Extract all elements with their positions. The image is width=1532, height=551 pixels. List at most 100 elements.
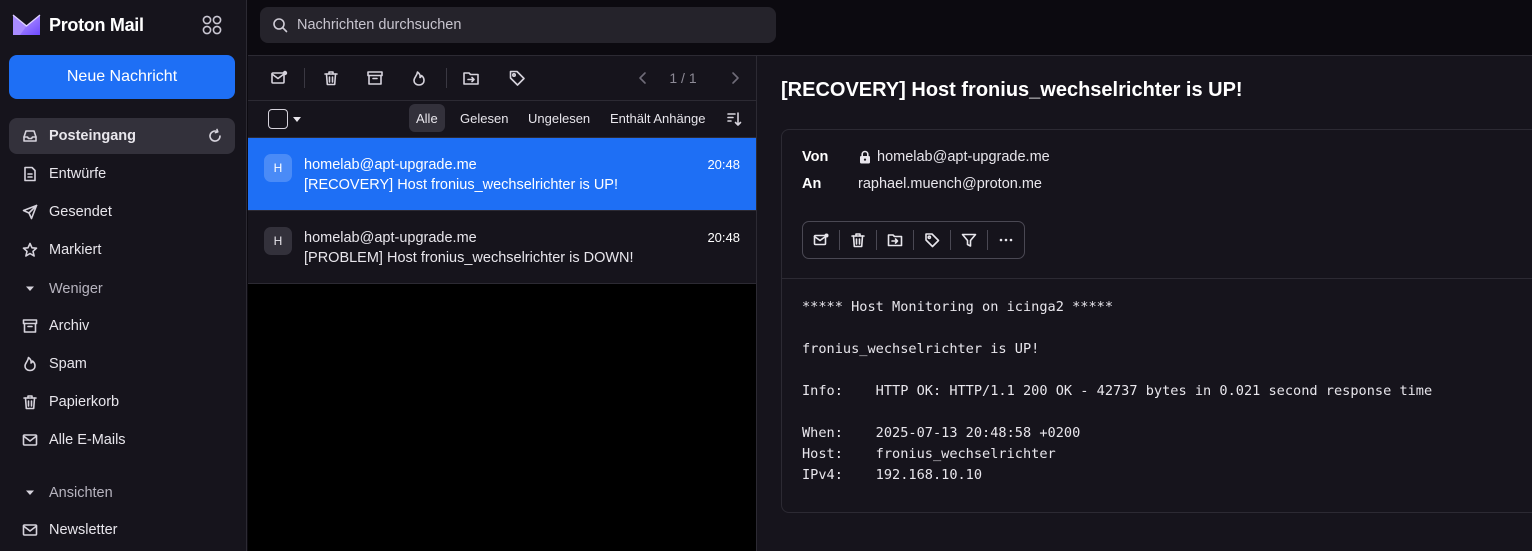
message-list-pane: 1 / 1 Alle Gelesen Ungelesen Enthält Anh… <box>248 56 756 551</box>
select-options-caret-icon[interactable] <box>293 117 301 122</box>
move-to-folder-icon[interactable] <box>887 232 903 248</box>
sidebar-item-label: Markiert <box>49 242 102 258</box>
message-subject: [RECOVERY] Host fronius_wechselrichter i… <box>304 177 619 193</box>
sidebar-item-label: Alle E-Mails <box>49 432 126 448</box>
body-line: fronius_wechselrichter is UP! <box>802 341 1040 357</box>
compose-button[interactable]: Neue Nachricht <box>9 55 235 99</box>
sidebar-section-less[interactable]: Weniger <box>9 271 235 307</box>
list-item[interactable]: H homelab@apt-upgrade.me [PROBLEM] Host … <box>248 211 756 284</box>
message-title: [RECOVERY] Host fronius_wechselrichter i… <box>781 79 1243 101</box>
sidebar-item-drafts[interactable]: Entwürfe <box>9 156 235 192</box>
reading-pane: [RECOVERY] Host fronius_wechselrichter i… <box>757 56 1532 551</box>
chevron-left-icon[interactable] <box>636 70 650 86</box>
archive-icon[interactable] <box>366 69 384 87</box>
from-address-text: homelab@apt-upgrade.me <box>877 149 1050 165</box>
sidebar-item-spam[interactable]: Spam <box>9 346 235 382</box>
chevron-right-icon[interactable] <box>728 70 742 86</box>
spam-fire-icon[interactable] <box>410 69 428 87</box>
brand-name: Proton Mail <box>49 14 144 35</box>
filter-unread[interactable]: Ungelesen <box>521 104 597 132</box>
caret-down-icon <box>22 485 38 501</box>
sidebar-item-all-mail[interactable]: Alle E-Mails <box>9 422 235 458</box>
search-input[interactable] <box>297 17 757 33</box>
sidebar-item-label: Archiv <box>49 318 90 334</box>
message-card: Von homelab@apt-upgrade.me An raphael.mu… <box>781 129 1532 513</box>
filter-read[interactable]: Gelesen <box>453 104 515 132</box>
sidebar-item-sent[interactable]: Gesendet <box>9 194 235 230</box>
brand[interactable]: Proton Mail <box>12 12 144 38</box>
sidebar-item-starred[interactable]: Markiert <box>9 232 235 268</box>
draft-icon <box>22 166 38 182</box>
label-tag-icon[interactable] <box>508 69 526 87</box>
toolbar-divider <box>304 68 305 88</box>
body-line: When: 2025-07-13 20:48:58 +0200 <box>802 425 1081 441</box>
sidebar-section-label: Ansichten <box>49 485 113 501</box>
action-divider <box>950 230 951 250</box>
from-address[interactable]: homelab@apt-upgrade.me <box>858 149 1050 165</box>
action-divider <box>876 230 877 250</box>
sidebar-section-views[interactable]: Ansichten <box>9 475 235 511</box>
list-toolbar: 1 / 1 <box>248 56 756 101</box>
trash-icon[interactable] <box>850 232 866 248</box>
envelope-icon <box>22 522 38 538</box>
sort-icon[interactable] <box>726 111 742 127</box>
message-time: 20:48 <box>707 157 740 172</box>
search-bar[interactable] <box>260 7 776 43</box>
body-line: ***** Host Monitoring on icinga2 ***** <box>802 299 1113 315</box>
from-label: Von <box>802 149 829 165</box>
move-to-folder-icon[interactable] <box>462 69 480 87</box>
action-divider <box>913 230 914 250</box>
fire-icon <box>22 356 38 372</box>
sidebar-item-trash[interactable]: Papierkorb <box>9 384 235 420</box>
filter-has-attachments[interactable]: Enthält Anhänge <box>603 104 712 132</box>
sidebar-item-label: Spam <box>49 356 87 372</box>
sidebar-item-label: Entwürfe <box>49 166 107 182</box>
filter-funnel-icon[interactable] <box>961 232 977 248</box>
sidebar: Proton Mail Neue Nachricht Posteingang E… <box>0 0 247 551</box>
header-body-divider <box>782 278 1532 279</box>
star-icon <box>22 242 38 258</box>
sidebar-item-label: Gesendet <box>49 204 112 220</box>
action-divider <box>987 230 988 250</box>
list-filter-bar: Alle Gelesen Ungelesen Enthält Anhänge <box>248 101 756 138</box>
sidebar-item-label: Newsletter <box>49 522 118 538</box>
to-address[interactable]: raphael.muench@proton.me <box>858 176 1042 192</box>
message-subject: [PROBLEM] Host fronius_wechselrichter is… <box>304 250 634 266</box>
sidebar-item-archive[interactable]: Archiv <box>9 308 235 344</box>
sidebar-item-label: Posteingang <box>49 128 137 144</box>
avatar: H <box>264 227 292 255</box>
sidebar-item-label: Papierkorb <box>49 394 120 410</box>
sidebar-section-label: Weniger <box>49 281 103 297</box>
sidebar-item-newsletter[interactable]: Newsletter <box>9 512 235 548</box>
message-actions <box>802 221 1025 259</box>
message-sender: homelab@apt-upgrade.me <box>304 230 477 246</box>
trash-icon <box>22 394 38 410</box>
paper-plane-icon <box>22 204 38 220</box>
refresh-icon[interactable] <box>207 128 223 144</box>
archive-icon <box>22 318 38 334</box>
toolbar-divider <box>446 68 447 88</box>
avatar: H <box>264 154 292 182</box>
trash-icon[interactable] <box>322 69 340 87</box>
body-line: IPv4: 192.168.10.10 <box>802 467 983 483</box>
mark-unread-icon[interactable] <box>813 232 829 248</box>
caret-down-icon <box>22 281 38 297</box>
action-divider <box>839 230 840 250</box>
to-label: An <box>802 176 822 192</box>
inbox-icon <box>22 128 38 144</box>
body-line: Host: fronius_wechselrichter <box>802 446 1056 462</box>
mark-read-icon[interactable] <box>270 69 288 87</box>
label-tag-icon[interactable] <box>924 232 940 248</box>
message-time: 20:48 <box>707 230 740 245</box>
apps-grid-icon[interactable] <box>201 14 223 36</box>
lock-icon <box>858 150 872 164</box>
envelope-icon <box>22 432 38 448</box>
list-item[interactable]: H homelab@apt-upgrade.me [RECOVERY] Host… <box>248 138 756 211</box>
body-line: Info: HTTP OK: HTTP/1.1 200 OK - 42737 b… <box>802 383 1433 399</box>
more-options-icon[interactable] <box>998 232 1014 248</box>
search-icon <box>272 17 288 33</box>
select-all-checkbox[interactable] <box>268 109 288 129</box>
filter-all[interactable]: Alle <box>409 104 445 132</box>
sidebar-item-inbox[interactable]: Posteingang <box>9 118 235 154</box>
message-sender: homelab@apt-upgrade.me <box>304 157 477 173</box>
